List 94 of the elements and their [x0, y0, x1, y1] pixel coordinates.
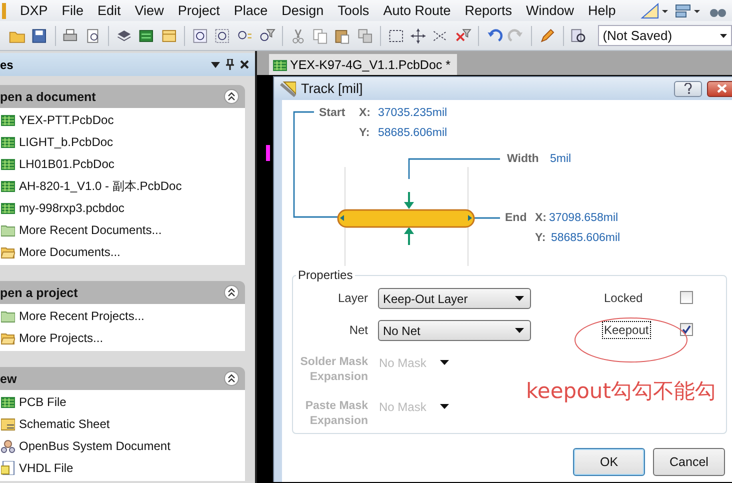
width-label: Width: [507, 153, 539, 165]
leader-line: [474, 217, 500, 219]
panel-link[interactable]: YEX-PTT.PcbDoc: [0, 109, 245, 131]
menu-item[interactable]: Auto Route: [383, 3, 451, 18]
help-icon: [684, 83, 692, 94]
panel-link[interactable]: Schematic Sheet: [0, 413, 245, 435]
coordinate-label: X:: [535, 212, 546, 224]
coordinate-value: 37098.658mil: [549, 212, 618, 224]
panel-link[interactable]: LH01B01.PcbDoc: [0, 153, 245, 175]
menu-item[interactable]: Help: [588, 3, 616, 18]
move-icon[interactable]: [409, 26, 428, 46]
arrow: [404, 192, 414, 209]
menu-item[interactable]: Project: [178, 3, 220, 18]
coordinate-label: Y:: [535, 232, 546, 244]
close-icon[interactable]: [240, 60, 249, 69]
caret-icon: [515, 296, 524, 301]
menu-item[interactable]: Edit: [98, 3, 121, 18]
dropdown[interactable]: Keep-Out Layer: [378, 288, 531, 309]
caret-icon: [440, 360, 450, 365]
panel-link[interactable]: PCB File: [0, 391, 245, 413]
pcb-file-icon: [273, 58, 287, 72]
schematic-icon: [1, 417, 15, 431]
field-label: Paste Mask Expansion: [304, 399, 368, 429]
dialog-button[interactable]: OK: [573, 448, 645, 476]
coordinate-value: 58685.606mil: [551, 232, 620, 244]
collapse-icon[interactable]: [224, 89, 239, 104]
pin-icon[interactable]: [226, 59, 234, 70]
caret-icon: [515, 328, 524, 333]
checkbox[interactable]: [680, 291, 693, 304]
group-title: Properties: [297, 268, 354, 282]
collapse-icon[interactable]: [224, 371, 239, 386]
menu-item[interactable]: Place: [234, 3, 268, 18]
panel-link[interactable]: LIGHT_b.PcbDoc: [0, 131, 245, 153]
panel-link[interactable]: my-998rxp3.pcbdoc: [0, 197, 245, 219]
caret-icon: [440, 404, 450, 409]
dialog-title: Track [mil]: [301, 81, 363, 96]
coordinate-value: 58685.606mil: [378, 127, 448, 139]
pcb-file-icon: [1, 395, 15, 409]
checkbox-label: Keepout: [603, 322, 650, 338]
checkbox-label: Locked: [603, 290, 644, 306]
folder-icon: [1, 223, 15, 237]
panel-link[interactable]: More Projects...: [0, 327, 245, 349]
field-label: Net: [348, 322, 368, 338]
ruler-icon[interactable]: [640, 0, 668, 20]
field-label: Solder Mask Expansion: [299, 355, 368, 385]
close-icon: [717, 84, 727, 93]
coordinate-label: X:: [359, 107, 370, 119]
panel-link[interactable]: AH-820-1_V1.0 - 副本.PcbDoc: [0, 175, 245, 197]
document-tab[interactable]: YEX-K97-4G_V1.1.PcbDoc *: [269, 54, 456, 75]
pcb-file-icon: [1, 157, 15, 171]
panel-link[interactable]: More Documents...: [0, 241, 245, 263]
panel-link[interactable]: More Recent Projects...: [0, 305, 245, 327]
close-button[interactable]: [707, 80, 732, 96]
pcb-file-icon: [1, 113, 15, 127]
end-label: End: [505, 212, 527, 224]
panel-link[interactable]: VHDL File: [0, 457, 245, 479]
annotation-text: keepout勾勾不能勾: [526, 378, 716, 405]
pcb-file-icon: [1, 179, 15, 193]
panel-link[interactable]: More Recent Documents...: [0, 219, 245, 241]
dialog-button[interactable]: Cancel: [653, 448, 725, 476]
menu-item[interactable]: Reports: [464, 3, 512, 18]
dropdown[interactable]: No Net: [378, 320, 531, 341]
folder-icon: [1, 309, 15, 323]
field-label: Layer: [336, 290, 368, 306]
menu-item[interactable]: Tools: [338, 3, 370, 18]
check-icon: [682, 325, 691, 334]
dropdown-icon[interactable]: [211, 62, 220, 68]
coordinate-value: 37035.235mil: [378, 107, 448, 119]
menu-item[interactable]: DXP: [20, 3, 48, 18]
open-folder-icon: [1, 331, 15, 345]
section-title: ew: [0, 372, 17, 386]
menu-item[interactable]: Design: [282, 3, 324, 18]
section-title: pen a document: [0, 90, 96, 104]
track-icon: [280, 80, 296, 96]
menu-item[interactable]: View: [134, 3, 164, 18]
caret-icon: [720, 34, 728, 38]
width-value: 5mil: [550, 153, 572, 165]
panel-link[interactable]: OpenBus System Document: [0, 435, 245, 457]
collapse-icon[interactable]: [224, 285, 239, 300]
pcb-file-icon: [1, 135, 15, 149]
help-button[interactable]: [674, 80, 702, 96]
network-icon: [1, 439, 15, 453]
panel-title: es: [0, 58, 14, 72]
checkbox[interactable]: [680, 323, 693, 336]
pcb-file-icon: [1, 201, 15, 215]
open-folder-icon: [1, 245, 15, 259]
coordinate-label: Y:: [359, 127, 370, 139]
menu-item[interactable]: Window: [526, 3, 574, 18]
pcb-canvas-mark: [266, 145, 270, 161]
section-title: pen a project: [0, 286, 78, 300]
config-dropdown[interactable]: (Not Saved): [598, 25, 732, 46]
start-label: Start: [319, 107, 346, 119]
menu-item[interactable]: File: [62, 3, 84, 18]
arrow: [404, 227, 414, 245]
